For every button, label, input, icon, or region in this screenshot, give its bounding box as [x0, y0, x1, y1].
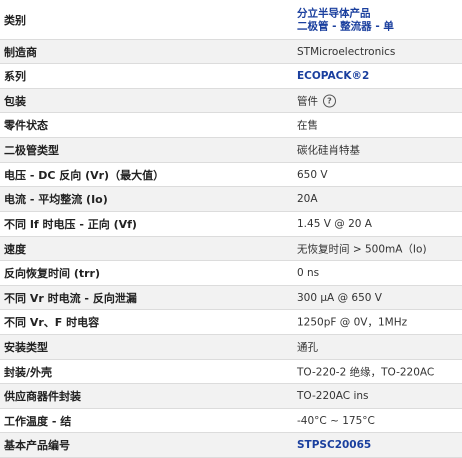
attribute-value: TO-220AC ins	[297, 390, 369, 402]
subcategory-link[interactable]: 二极管 - 整流器 - 单	[297, 20, 394, 32]
attribute-value: 300 µA @ 650 V	[297, 291, 382, 304]
attribute-value: STMicroelectronics	[297, 45, 396, 58]
attribute-label: 反向恢复时间 (trr)	[4, 267, 100, 280]
attribute-label: 制造商	[4, 45, 37, 59]
attribute-value: 1.45 V @ 20 A	[297, 218, 372, 230]
attribute-value: 通孔	[297, 341, 318, 354]
attribute-row-operating-temp: 工作温度 - 结 -40°C ~ 175°C	[0, 409, 462, 433]
attribute-value-category[interactable]: 分立半导体产品 二极管 - 整流器 - 单	[297, 7, 394, 32]
attribute-value: 20A	[297, 193, 318, 205]
attribute-row-supplier-package: 供应商器件封装 TO-220AC ins	[0, 384, 462, 409]
attribute-label: 不同 Vr 时电流 - 反向泄漏	[4, 291, 137, 305]
series-link[interactable]: ECOPACK®2	[297, 70, 369, 82]
attribute-row-reverse-leakage: 不同 Vr 时电流 - 反向泄漏 300 µA @ 650 V	[0, 286, 462, 310]
attribute-row-reverse-voltage: 电压 - DC 反向 (Vr)（最大值） 650 V	[0, 163, 462, 187]
attribute-label: 类别	[4, 13, 26, 27]
attribute-label: 不同 Vr、F 时电容	[4, 316, 100, 329]
attribute-label: 封装/外壳	[4, 365, 53, 379]
attribute-row-speed: 速度 无恢复时间 > 500mA（Io)	[0, 237, 462, 261]
attribute-label: 不同 If 时电压 - 正向 (Vf)	[4, 218, 137, 231]
attribute-row-series: 系列 ECOPACK®2	[0, 64, 462, 89]
attribute-row-category: 类别 分立半导体产品 二极管 - 整流器 - 单	[0, 0, 462, 40]
attribute-value: 碳化硅肖特基	[297, 144, 360, 157]
attribute-label: 二极管类型	[4, 144, 59, 157]
product-attributes-table: 类别 分立半导体产品 二极管 - 整流器 - 单 制造商 STMicroelec…	[0, 0, 462, 458]
attribute-value: 在售	[297, 119, 318, 132]
attribute-row-mounting-type: 安装类型 通孔	[0, 335, 462, 360]
attribute-label: 安装类型	[4, 341, 48, 354]
attribute-label: 电压 - DC 反向 (Vr)（最大值）	[4, 168, 165, 182]
attribute-value: -40°C ~ 175°C	[297, 414, 375, 427]
attribute-value: 650 V	[297, 168, 328, 181]
base-product-link[interactable]: STPSC20065	[297, 439, 371, 451]
attribute-row-forward-voltage: 不同 If 时电压 - 正向 (Vf) 1.45 V @ 20 A	[0, 212, 462, 237]
attribute-label: 电流 - 平均整流 (Io)	[4, 193, 108, 206]
attribute-label: 系列	[4, 70, 26, 83]
attribute-label: 速度	[4, 242, 26, 256]
attribute-row-capacitance: 不同 Vr、F 时电容 1250pF @ 0V，1MHz	[0, 310, 462, 335]
attribute-value: 1250pF @ 0V，1MHz	[297, 316, 408, 329]
attribute-value: TO-220-2 绝缘，TO-220AC	[297, 366, 435, 378]
attribute-row-base-product-number: 基本产品编号 STPSC20065	[0, 433, 462, 458]
help-circle-icon[interactable]: ?	[323, 94, 336, 107]
attribute-value-packaging: 管件 ?	[297, 93, 336, 108]
attribute-label: 供应商器件封装	[4, 390, 81, 403]
attribute-row-diode-type: 二极管类型 碳化硅肖特基	[0, 138, 462, 163]
attribute-value: 0 ns	[297, 267, 320, 279]
attribute-row-recovery-time: 反向恢复时间 (trr) 0 ns	[0, 261, 462, 286]
packaging-text: 管件	[297, 95, 318, 107]
attribute-row-package-case: 封装/外壳 TO-220-2 绝缘，TO-220AC	[0, 360, 462, 384]
category-link[interactable]: 分立半导体产品	[297, 7, 371, 19]
attribute-row-packaging: 包装 管件 ?	[0, 89, 462, 113]
attribute-label: 工作温度 - 结	[4, 414, 72, 428]
attribute-label: 包装	[4, 94, 26, 108]
attribute-row-rectified-current: 电流 - 平均整流 (Io) 20A	[0, 187, 462, 212]
attribute-row-part-status: 零件状态 在售	[0, 113, 462, 138]
attribute-row-manufacturer: 制造商 STMicroelectronics	[0, 40, 462, 64]
attribute-label: 零件状态	[4, 119, 48, 132]
attribute-value: 无恢复时间 > 500mA（Io)	[297, 243, 427, 255]
attribute-label: 基本产品编号	[4, 439, 70, 452]
